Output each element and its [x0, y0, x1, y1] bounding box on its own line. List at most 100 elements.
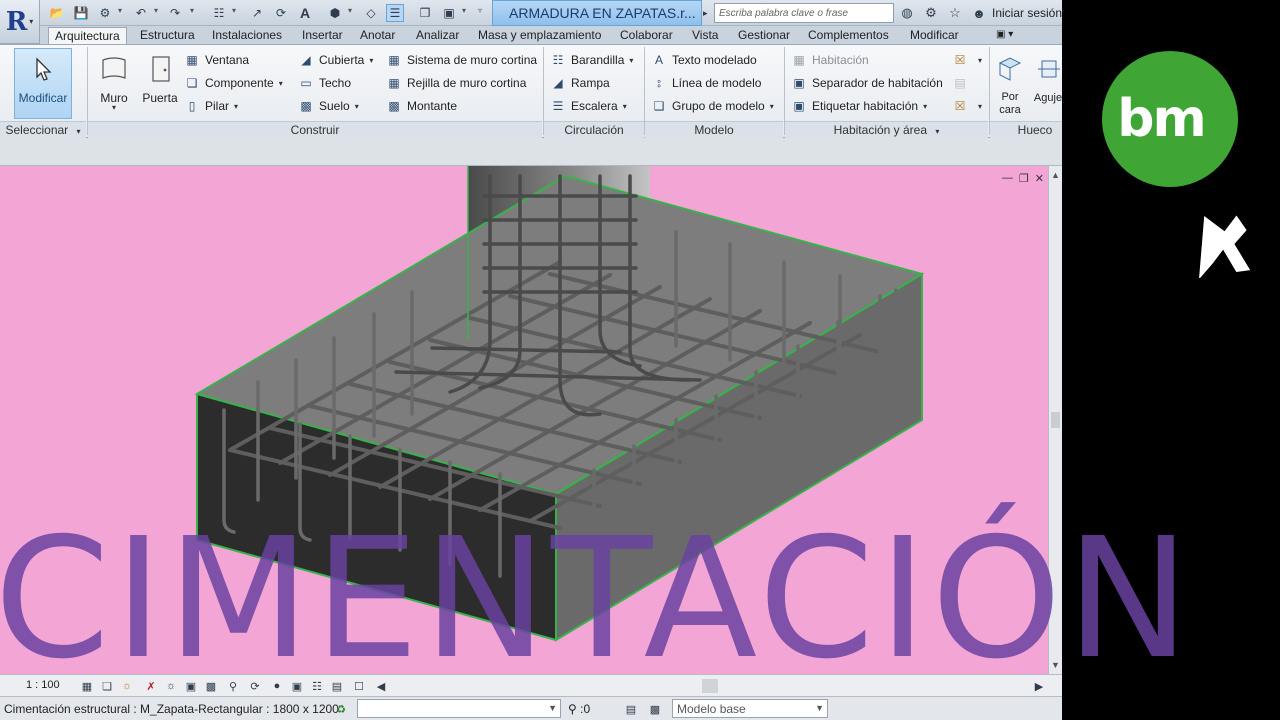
- undo-icon[interactable]: ↶: [132, 4, 150, 22]
- worksharing-icon[interactable]: ☷: [310, 679, 324, 693]
- lock-view-icon[interactable]: ⚲: [226, 679, 240, 693]
- subscription-icon[interactable]: ⚙: [922, 4, 940, 22]
- analytical-model-icon[interactable]: ▤: [330, 679, 344, 693]
- aligned-dimension-icon[interactable]: ↗: [248, 4, 266, 22]
- open-icon[interactable]: 📂: [48, 4, 66, 22]
- filter-icon[interactable]: ▤: [624, 702, 638, 716]
- favorites-star-icon[interactable]: ☆: [946, 4, 964, 22]
- signin-link[interactable]: Iniciar sesión: [992, 6, 1062, 20]
- footing-rebar-model[interactable]: [0, 166, 1048, 674]
- horizontal-scroll-thumb[interactable]: [702, 679, 718, 693]
- workset-combo[interactable]: ▼: [357, 699, 561, 718]
- roof-button[interactable]: ◢ Cubierta ▾: [298, 50, 373, 70]
- tab-modificar[interactable]: Modificar: [904, 27, 965, 44]
- area-boundary-button[interactable]: ▤: [952, 73, 973, 93]
- sun-path-icon[interactable]: ☼: [120, 679, 134, 693]
- redo-icon[interactable]: ↷: [166, 4, 184, 22]
- switch-dropdown-icon[interactable]: ▾: [462, 6, 466, 15]
- render-icon[interactable]: ☼: [164, 679, 178, 693]
- tab-insertar[interactable]: Insertar: [296, 27, 349, 44]
- crop-view-icon[interactable]: ▣: [184, 679, 198, 693]
- section-icon[interactable]: ◇: [362, 4, 380, 22]
- temporary-properties-icon[interactable]: ▣: [290, 679, 304, 693]
- curtain-system-button[interactable]: ▦ Sistema de muro cortina: [386, 50, 537, 70]
- sync-icon[interactable]: ⚙: [96, 4, 114, 22]
- room-separator-button[interactable]: ▣ Separador de habitación: [791, 73, 942, 93]
- undo-dropdown-icon[interactable]: ▾: [154, 6, 158, 15]
- scroll-left-icon[interactable]: ◀: [374, 679, 388, 693]
- switch-windows-icon[interactable]: ▣: [440, 4, 458, 22]
- modify-button[interactable]: Modificar: [14, 48, 72, 119]
- model-line-button[interactable]: ⦂ Línea de modelo: [651, 73, 761, 93]
- horizontal-scrollbar[interactable]: [392, 679, 1042, 693]
- vertical-scrollbar[interactable]: ▲ ▼: [1048, 166, 1062, 674]
- ceiling-button[interactable]: ▭ Techo: [298, 73, 351, 93]
- temp-hide-icon[interactable]: ⟳: [248, 679, 262, 693]
- highlight-displacement-icon[interactable]: ☐: [352, 679, 366, 693]
- tab-vista[interactable]: Vista: [686, 27, 724, 44]
- measure-icon[interactable]: ☷: [210, 4, 228, 22]
- wall-button[interactable]: Muro ▾: [96, 49, 132, 119]
- tab-arquitectura[interactable]: Arquitectura: [48, 27, 127, 44]
- customize-qat-icon[interactable]: ▿: [478, 6, 482, 15]
- component-button[interactable]: ❏ Componente ▾: [184, 73, 283, 93]
- area-button[interactable]: ☒ ▾: [952, 50, 982, 70]
- visual-style-icon[interactable]: ❏: [100, 679, 114, 693]
- model-group-button[interactable]: ❑ Grupo de modelo ▾: [651, 96, 774, 116]
- stair-button[interactable]: ☰ Escalera ▾: [550, 96, 627, 116]
- view-scale[interactable]: 1 : 100: [26, 679, 60, 691]
- reveal-hidden-icon[interactable]: ●: [270, 679, 284, 693]
- measure-dropdown-icon[interactable]: ▾: [232, 6, 236, 15]
- panel-seleccionar[interactable]: Seleccionar ▾: [0, 121, 86, 138]
- window-button[interactable]: ▦ Ventana: [184, 50, 249, 70]
- text-icon[interactable]: A: [296, 4, 314, 22]
- design-option-combo[interactable]: Modelo base ▼: [672, 699, 828, 718]
- tag-room-button[interactable]: ▣ Etiquetar habitación ▾: [791, 96, 927, 116]
- worksets-icon[interactable]: ♻: [334, 702, 348, 716]
- scroll-down-icon[interactable]: ▼: [1051, 660, 1060, 670]
- save-icon[interactable]: 💾: [72, 4, 90, 22]
- sync-dropdown-icon[interactable]: ▾: [118, 6, 122, 15]
- 3d-view-icon[interactable]: ⬢: [326, 4, 344, 22]
- room-button[interactable]: ▦ Habitación: [791, 50, 868, 70]
- curtain-grid-button[interactable]: ▦ Rejilla de muro cortina: [386, 73, 526, 93]
- user-icon[interactable]: ☻: [970, 4, 988, 22]
- close-hidden-icon[interactable]: ❐: [416, 4, 434, 22]
- redo-dropdown-icon[interactable]: ▾: [190, 6, 194, 15]
- thin-lines-icon[interactable]: ☰: [386, 4, 404, 22]
- ribbon-minimize-icon[interactable]: ▣ ▾: [990, 27, 1019, 44]
- title-expand-icon[interactable]: ▸: [703, 4, 713, 22]
- floor-button[interactable]: ▩ Suelo ▾: [298, 96, 358, 116]
- scroll-right-icon[interactable]: ▶: [1032, 679, 1046, 693]
- binoculars-icon[interactable]: ◍: [898, 4, 916, 22]
- door-button[interactable]: Puerta: [140, 49, 180, 119]
- tag-icon[interactable]: ⟳: [272, 4, 290, 22]
- tab-instalaciones[interactable]: Instalaciones: [206, 27, 288, 44]
- 3d-dropdown-icon[interactable]: ▾: [348, 6, 352, 15]
- scroll-up-icon[interactable]: ▲: [1051, 170, 1060, 180]
- tab-complementos[interactable]: Complementos: [802, 27, 895, 44]
- tab-masa-emplazamiento[interactable]: Masa y emplazamiento: [472, 27, 607, 44]
- shaft-button[interactable]: Aguje: [1030, 49, 1062, 119]
- shadows-icon[interactable]: ✗: [144, 679, 158, 693]
- close-icon[interactable]: ✕: [1035, 172, 1044, 185]
- 3d-viewport[interactable]: — ❐ ✕ ▲ ▼: [0, 166, 1062, 674]
- show-crop-icon[interactable]: ▩: [204, 679, 218, 693]
- ramp-button[interactable]: ◢ Rampa: [550, 73, 609, 93]
- minimize-icon[interactable]: —: [1002, 172, 1013, 185]
- railing-button[interactable]: ☷ Barandilla ▾: [550, 50, 634, 70]
- detail-level-icon[interactable]: ▦: [80, 679, 94, 693]
- restore-icon[interactable]: ❐: [1019, 172, 1029, 185]
- tab-anotar[interactable]: Anotar: [354, 27, 401, 44]
- application-menu-button[interactable]: R ▾: [0, 0, 40, 44]
- column-button[interactable]: ▯ Pilar ▾: [184, 96, 238, 116]
- tab-estructura[interactable]: Estructura: [134, 27, 201, 44]
- panel-habitacion[interactable]: Habitación y área ▾: [785, 121, 988, 138]
- tab-colaborar[interactable]: Colaborar: [614, 27, 679, 44]
- model-text-button[interactable]: A Texto modelado: [651, 50, 757, 70]
- tag-area-button[interactable]: ☒ ▾: [952, 96, 982, 116]
- search-input[interactable]: [714, 3, 894, 23]
- by-face-button[interactable]: Por cara: [994, 49, 1026, 119]
- mullion-button[interactable]: ▩ Montante: [386, 96, 457, 116]
- design-options-icon[interactable]: ▩: [648, 702, 662, 716]
